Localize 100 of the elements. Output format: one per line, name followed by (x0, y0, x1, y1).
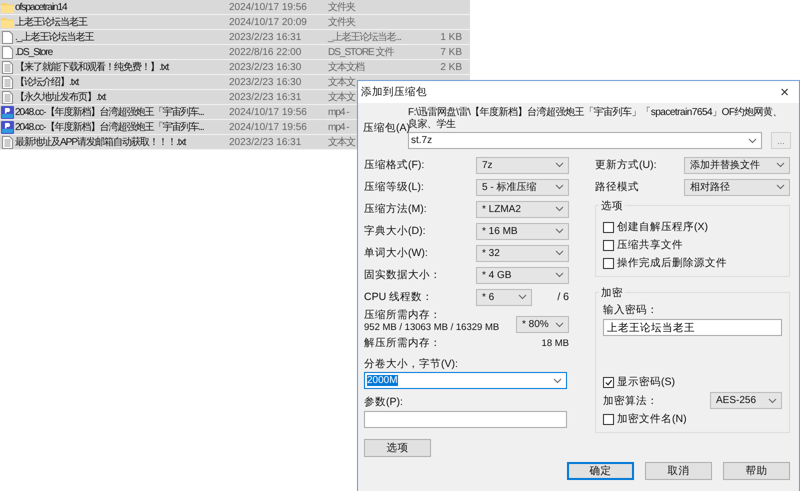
dialog-button[interactable]: 确定 (567, 462, 634, 480)
options-button[interactable]: 选项 (364, 439, 431, 457)
file-name: 2048.cc-【年度新档】台湾超强炮王「宇宙列车... (15, 120, 204, 134)
file-date: 2024/10/17 19:56 (229, 106, 307, 118)
dropdown[interactable]: * 4 GB (476, 266, 569, 284)
close-button[interactable]: × (776, 84, 793, 100)
caret-icon (555, 162, 564, 168)
dropdown[interactable]: 5 - 标准压缩 (476, 178, 569, 196)
checkbox[interactable] (603, 376, 614, 388)
archive-name-field[interactable]: st.7z (408, 132, 762, 149)
field-label: 解压所需内存： (364, 336, 441, 350)
file-name: .DS_Store (15, 46, 52, 58)
caret-icon (776, 184, 785, 190)
volume-size-field[interactable]: 2000M (364, 372, 567, 389)
file-row[interactable]: ._上老王论坛当老王 2023/2/23 16:31 _上老王论坛当老... 1 KB (0, 30, 470, 45)
field-label: CPU 线程数： (364, 290, 434, 304)
dropdown[interactable]: * 32 (476, 244, 569, 262)
memory-value: 18 MB (542, 338, 569, 348)
checkbox-label: 显示密码(S) (617, 375, 675, 389)
folder-icon (1, 16, 14, 28)
field-label: 压缩格式(F): (364, 158, 424, 172)
caret-icon (776, 162, 785, 168)
file-type: DS_STORE 文件 (328, 46, 394, 58)
file-date: 2024/10/17 20:09 (229, 16, 307, 28)
dropdown[interactable]: * 6 (476, 288, 532, 306)
checkbox[interactable] (603, 258, 614, 268)
file-date: 2024/10/17 19:56 (229, 120, 307, 134)
dialog-button[interactable]: 取消 (645, 462, 712, 480)
checkbox-label: 创建自解压程序(X) (617, 220, 708, 234)
caret-icon (748, 138, 757, 144)
field-label: 固实数据大小： (364, 268, 441, 282)
dropdown[interactable]: * LZMA2 (476, 200, 569, 218)
thread-max: / 6 (557, 291, 569, 303)
file-type: 文本文 (328, 76, 355, 88)
caret-icon (768, 398, 777, 404)
checkbox-label: 压缩共享文件 (617, 238, 683, 252)
browse-button[interactable]: ... (771, 132, 791, 149)
password-field[interactable]: 上老王论坛当老王 (603, 319, 782, 336)
file-name: 【来了就能下载和观看！纯免费！】.txt (15, 60, 168, 74)
caret-icon (555, 272, 564, 278)
file-row[interactable]: 上老王论坛当老王 2024/10/17 20:09 文件夹 (0, 15, 470, 30)
file-type: 文件夹 (328, 16, 355, 28)
checkbox-label: 操作完成后删除源文件 (617, 256, 727, 270)
file-date: 2023/2/23 16:31 (229, 136, 302, 148)
text-file-icon (2, 76, 13, 88)
file-size: 2 KB (440, 62, 462, 72)
dropdown[interactable]: * 80% (516, 316, 569, 333)
file-name: 2048.cc-【年度新档】台湾超强炮王「宇宙列车... (15, 106, 204, 118)
file-date: 2023/2/23 16:31 (229, 30, 302, 44)
file-date: 2022/8/16 22:00 (229, 46, 302, 58)
file-type: _上老王论坛当老... (328, 30, 401, 44)
dropdown[interactable]: 7z (476, 156, 569, 174)
file-type: mp4 - (328, 120, 349, 134)
file-type: 文件夹 (328, 0, 355, 14)
checkbox[interactable] (603, 414, 614, 424)
file-type: 文本文 (328, 90, 355, 104)
memory-usage: 952 MB / 13063 MB / 16329 MB (364, 322, 500, 333)
file-row[interactable]: ofspacetrain14 2024/10/17 19:56 文件夹 (0, 0, 470, 15)
file-date: 2023/2/23 16:30 (229, 60, 302, 74)
file-name: 【永久地址发布页】.txt (15, 90, 106, 104)
dropdown[interactable]: 添加并替换文件 (684, 156, 790, 174)
file-name: ._上老王论坛当老王 (15, 30, 94, 44)
field-label: 输入密码： (603, 303, 659, 317)
dropdown[interactable]: * 16 MB (476, 222, 569, 240)
file-row[interactable]: 【来了就能下载和观看！纯免费！】.txt 2023/2/23 16:30 文本文档 2 KB (0, 60, 470, 75)
parameters-field[interactable] (364, 411, 567, 428)
group-title: 加密 (599, 286, 625, 300)
caret-icon (553, 378, 562, 384)
file-row[interactable]: .DS_Store 2022/8/16 22:00 DS_STORE 文件 7 KB (0, 45, 470, 60)
file-size: 1 KB (440, 32, 462, 42)
file-type: mp4 - (328, 106, 349, 118)
video-file-icon (1, 120, 14, 134)
checkbox[interactable] (603, 222, 614, 232)
text-file-icon (2, 90, 13, 104)
dropdown[interactable]: 相对路径 (684, 178, 790, 196)
checkbox[interactable] (603, 240, 614, 250)
group-title: 选项 (599, 199, 625, 213)
file-name: 上老王论坛当老王 (15, 16, 87, 28)
file-size: 7 KB (440, 46, 462, 58)
caret-icon (555, 250, 564, 256)
file-name: ofspacetrain14 (15, 0, 67, 14)
caret-icon (518, 294, 527, 300)
file-icon (2, 30, 13, 44)
video-file-icon (1, 106, 14, 118)
folder-icon (1, 2, 14, 12)
field-label: 加密算法： (603, 394, 658, 408)
file-type: 文本文 (328, 136, 355, 148)
field-label: 压缩等级(L): (364, 180, 424, 194)
field-label: 压缩包(A) (363, 122, 408, 136)
file-name: 【论坛介绍】.txt (15, 76, 78, 88)
caret-icon (555, 184, 564, 190)
file-name: 最新地址及APP请发邮箱自动获取！！！.txt (15, 136, 186, 148)
file-date: 2023/2/23 16:31 (229, 90, 302, 104)
caret-icon (555, 228, 564, 234)
dropdown[interactable]: AES-256 (710, 392, 782, 409)
field-label: 字典大小(D): (364, 224, 426, 238)
file-type: 文本文档 (328, 60, 364, 74)
dialog-button[interactable]: 帮助 (723, 462, 790, 480)
field-label: 路径模式 (595, 180, 639, 194)
field-label: 压缩所需内存： (364, 308, 442, 322)
